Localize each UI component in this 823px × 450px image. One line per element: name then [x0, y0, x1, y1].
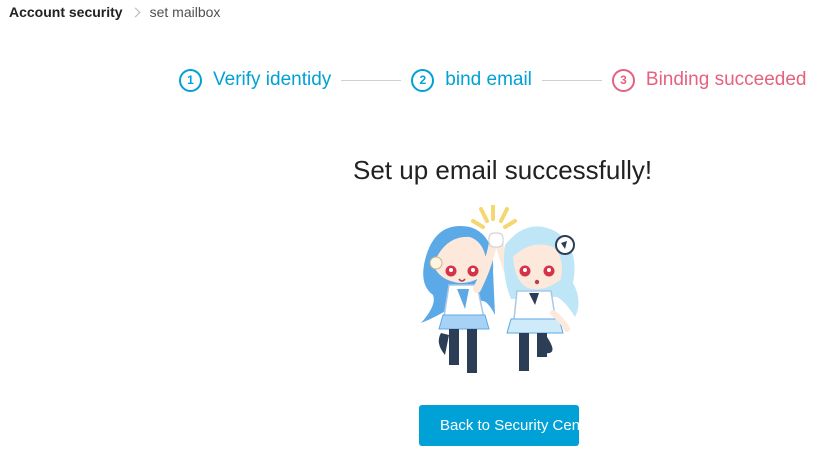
step-number-2: 2 [411, 68, 435, 92]
step-label-3: Binding succeeded [645, 69, 807, 90]
breadcrumb-account-security[interactable]: Account security [9, 3, 123, 21]
step-number-1: 1 [179, 68, 202, 92]
step-number-3: 3 [611, 68, 635, 92]
breadcrumb: Account security set mailbox [9, 3, 220, 21]
step-label-1: Verify identidy [213, 69, 332, 90]
step-connector [341, 79, 402, 81]
step-connector [541, 79, 602, 81]
progress-steps: 1 Verify identidy 2 bind email 3 Binding… [179, 67, 806, 93]
page: Account security set mailbox 1 Verify id… [0, 0, 823, 450]
success-title: Set up email successfully! [353, 155, 653, 185]
step-bind-email: 2 bind email [411, 68, 532, 92]
step-binding-succeeded: 3 Binding succeeded [611, 68, 807, 92]
chevron-right-icon [130, 7, 141, 17]
breadcrumb-current: set mailbox [149, 4, 221, 20]
step-verify-identity: 1 Verify identidy [179, 68, 332, 92]
step-label-2: bind email [445, 69, 532, 90]
back-to-security-center-button[interactable]: Back to Security Center [419, 405, 579, 446]
success-illustration [415, 203, 585, 380]
high-five-characters-icon [421, 203, 579, 373]
